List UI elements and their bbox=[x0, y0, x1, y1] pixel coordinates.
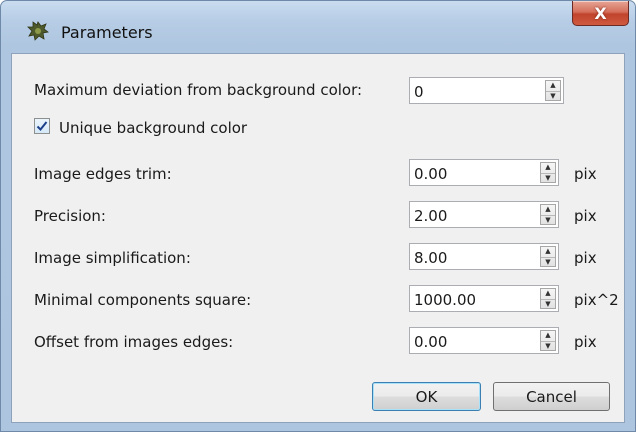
spin-up-icon[interactable]: ▲ bbox=[541, 289, 555, 299]
offset-label: Offset from images edges: bbox=[34, 333, 234, 351]
spin-up-icon[interactable]: ▲ bbox=[541, 331, 555, 341]
simplification-label: Image simplification: bbox=[34, 249, 191, 267]
title-bar[interactable]: Parameters X bbox=[1, 1, 635, 51]
max-deviation-spinbox[interactable]: 0 ▲ ▼ bbox=[409, 77, 564, 104]
spin-arrows[interactable]: ▲ ▼ bbox=[540, 162, 556, 183]
min-components-spinbox[interactable]: 1000.00 ▲ ▼ bbox=[409, 285, 559, 312]
spin-up-icon[interactable]: ▲ bbox=[541, 247, 555, 257]
spin-up-icon[interactable]: ▲ bbox=[541, 205, 555, 215]
offset-unit: pix bbox=[574, 333, 597, 351]
simplification-spinbox[interactable]: 8.00 ▲ ▼ bbox=[409, 243, 559, 270]
parameters-dialog: Parameters X Maximum deviation from back… bbox=[0, 0, 636, 432]
spin-up-icon[interactable]: ▲ bbox=[541, 163, 555, 173]
min-components-label: Minimal components square: bbox=[34, 291, 252, 309]
cancel-button[interactable]: Cancel bbox=[493, 382, 610, 411]
spin-down-icon[interactable]: ▼ bbox=[541, 214, 555, 226]
spin-arrows[interactable]: ▲ ▼ bbox=[545, 80, 561, 101]
precision-spinbox[interactable]: 2.00 ▲ ▼ bbox=[409, 201, 559, 228]
spin-down-icon[interactable]: ▼ bbox=[546, 90, 560, 102]
unique-bg-checkbox[interactable] bbox=[34, 118, 50, 134]
precision-value[interactable]: 2.00 bbox=[414, 207, 447, 225]
simplification-value[interactable]: 8.00 bbox=[414, 249, 447, 267]
spin-arrows[interactable]: ▲ ▼ bbox=[540, 288, 556, 309]
spin-down-icon[interactable]: ▼ bbox=[541, 340, 555, 352]
spin-down-icon[interactable]: ▼ bbox=[541, 172, 555, 184]
spin-arrows[interactable]: ▲ ▼ bbox=[540, 330, 556, 351]
spin-down-icon[interactable]: ▼ bbox=[541, 298, 555, 310]
dialog-body: Maximum deviation from background color:… bbox=[11, 53, 625, 423]
max-deviation-label: Maximum deviation from background color: bbox=[34, 81, 363, 99]
spin-arrows[interactable]: ▲ ▼ bbox=[540, 204, 556, 225]
edges-trim-value[interactable]: 0.00 bbox=[414, 165, 447, 183]
window-title: Parameters bbox=[61, 23, 153, 42]
min-components-unit: pix^2 bbox=[574, 291, 619, 309]
offset-value[interactable]: 0.00 bbox=[414, 333, 447, 351]
offset-spinbox[interactable]: 0.00 ▲ ▼ bbox=[409, 327, 559, 354]
simplification-unit: pix bbox=[574, 249, 597, 267]
spin-arrows[interactable]: ▲ ▼ bbox=[540, 246, 556, 267]
spin-up-icon[interactable]: ▲ bbox=[546, 81, 560, 91]
edges-trim-unit: pix bbox=[574, 165, 597, 183]
precision-label: Precision: bbox=[34, 207, 106, 225]
checkmark-icon bbox=[36, 121, 48, 131]
close-icon: X bbox=[594, 3, 607, 23]
unique-bg-label[interactable]: Unique background color bbox=[59, 119, 247, 137]
min-components-value[interactable]: 1000.00 bbox=[414, 291, 476, 309]
edges-trim-spinbox[interactable]: 0.00 ▲ ▼ bbox=[409, 159, 559, 186]
close-button[interactable]: X bbox=[572, 1, 629, 26]
app-logo-icon bbox=[27, 21, 49, 41]
max-deviation-value[interactable]: 0 bbox=[414, 83, 424, 101]
spin-down-icon[interactable]: ▼ bbox=[541, 256, 555, 268]
ok-button[interactable]: OK bbox=[372, 382, 481, 411]
precision-unit: pix bbox=[574, 207, 597, 225]
edges-trim-label: Image edges trim: bbox=[34, 165, 172, 183]
